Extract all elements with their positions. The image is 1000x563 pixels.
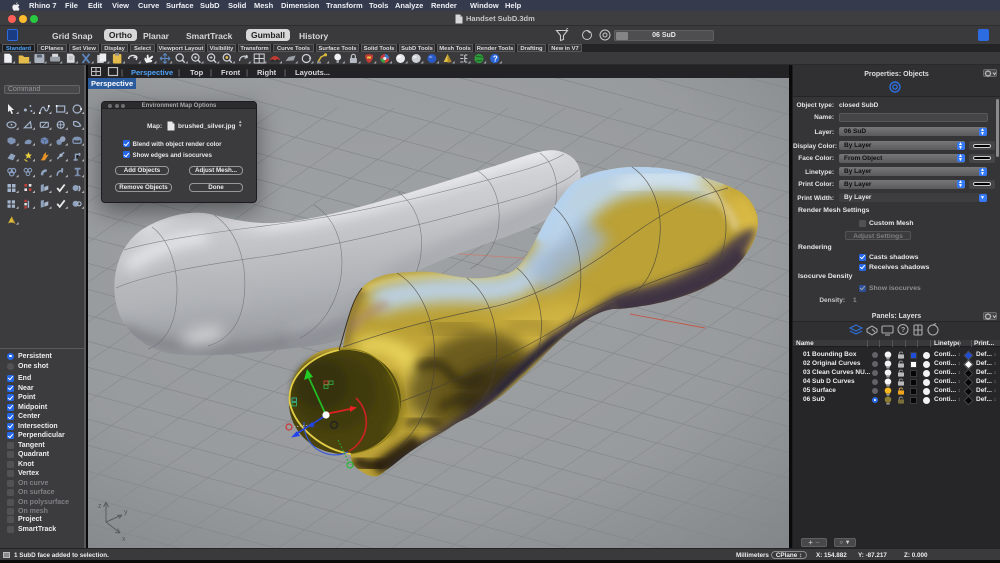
svg-text:?: ? — [493, 54, 498, 63]
svg-text:?: ? — [901, 327, 905, 334]
svg-text:z: z — [98, 503, 102, 510]
svg-text:y: y — [124, 509, 128, 516]
svg-text:x: x — [122, 536, 126, 543]
